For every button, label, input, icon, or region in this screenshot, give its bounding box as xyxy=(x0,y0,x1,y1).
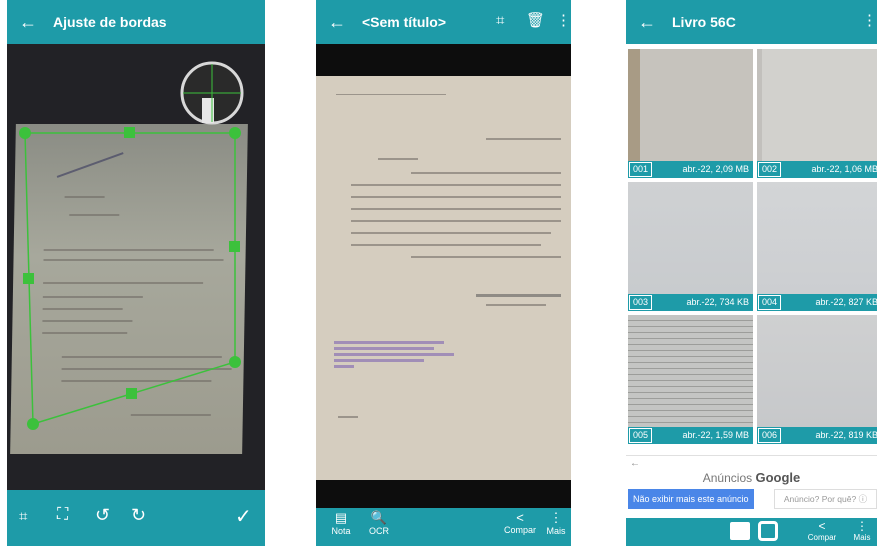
ocr-button[interactable]: 🔍 OCR xyxy=(364,510,394,536)
ad-banner: ← Anúncios Google Não exibir mais este a… xyxy=(626,455,877,518)
bottom-toolbar: ⌗ ⛶ ↺ ↻ ✓ xyxy=(7,490,265,546)
more-label: Mais xyxy=(853,533,871,542)
page-thumbnail[interactable]: 003 abr.-22, 734 KB xyxy=(628,182,753,311)
crop-edge-handle xyxy=(229,241,240,252)
trash-icon[interactable]: 🗑 xyxy=(526,11,545,29)
back-arrow-icon[interactable]: ← xyxy=(326,0,348,44)
crop-edge-handle xyxy=(124,127,135,138)
page-caption: 006 abr.-22, 819 KB xyxy=(757,427,877,444)
page-info: abr.-22, 734 KB xyxy=(686,297,749,307)
ad-label: Anúncios xyxy=(702,471,753,485)
page-info: abr.-22, 1,59 MB xyxy=(682,430,749,440)
more-vert-icon[interactable]: ⋮ xyxy=(862,11,877,29)
screen-edge-adjust: ← Ajuste de bordas ⌗ ⛶ ↺ ↻ ✓ xyxy=(7,0,265,546)
ocr-label: OCR xyxy=(369,526,389,536)
crop-corner-handle xyxy=(229,356,241,368)
page-number: 002 xyxy=(758,162,782,177)
page-thumbnail[interactable]: 002 abr.-22, 1,06 MB xyxy=(757,49,877,178)
ad-back-icon[interactable]: ← xyxy=(630,458,640,469)
app-bar: ← Ajuste de bordas xyxy=(7,0,265,44)
page-caption: 005 abr.-22, 1,59 MB xyxy=(628,427,753,444)
page-caption: 002 abr.-22, 1,06 MB xyxy=(757,161,877,178)
crop-corner-handle xyxy=(19,127,31,139)
page-info: abr.-22, 1,06 MB xyxy=(811,164,877,174)
share-label: Compar xyxy=(503,525,536,535)
page-thumbnail[interactable]: 005 abr.-22, 1,59 MB xyxy=(628,315,753,444)
screen-book-pages: ← Livro 56C ⋮ 001 abr.-22, 2,09 MB 002 a… xyxy=(626,0,877,546)
bottom-toolbar: ▤ Nota 🔍 OCR < Compar ⋮ Mais xyxy=(316,508,571,546)
google-logo: Google xyxy=(755,470,801,485)
crop-edge-handle xyxy=(126,388,137,399)
page-number: 004 xyxy=(758,295,782,310)
share-button[interactable]: < Compar xyxy=(500,510,540,535)
camera-icon[interactable] xyxy=(758,521,778,541)
more-label: Mais xyxy=(546,526,566,536)
page-number: 006 xyxy=(758,428,782,443)
why-ad-link[interactable]: Anúncio? Por quê? ⓘ xyxy=(774,489,877,509)
app-bar: ← Livro 56C ⋮ xyxy=(626,0,877,44)
page-number: 001 xyxy=(629,162,653,177)
back-arrow-icon[interactable]: ← xyxy=(17,0,39,44)
bottom-toolbar: < Compar ⋮ Mais xyxy=(626,518,877,546)
page-info: abr.-22, 819 KB xyxy=(815,430,877,440)
gallery-icon[interactable] xyxy=(730,522,750,540)
page-title: <Sem título> xyxy=(362,14,447,30)
page-number: 005 xyxy=(629,428,653,443)
share-icon: < xyxy=(516,510,524,525)
page-grid: 001 abr.-22, 2,09 MB 002 abr.-22, 1,06 M… xyxy=(626,49,877,449)
crop-corner-handle xyxy=(229,127,241,139)
page-caption: 001 abr.-22, 2,09 MB xyxy=(628,161,753,178)
info-icon: ⓘ xyxy=(858,494,868,504)
ad-title: Anúncios Google xyxy=(626,470,877,485)
share-label: Compar xyxy=(807,533,837,542)
page-number: 003 xyxy=(629,295,653,310)
more-button[interactable]: ⋮ Mais xyxy=(542,510,570,536)
addressee-stamp xyxy=(334,338,464,371)
crop-frame[interactable] xyxy=(7,44,265,490)
page-thumbnail[interactable]: 004 abr.-22, 827 KB xyxy=(757,182,877,311)
crop-icon[interactable]: ⌗ xyxy=(496,12,504,29)
page-info: abr.-22, 2,09 MB xyxy=(682,164,749,174)
more-vert-icon: ⋮ xyxy=(856,519,868,533)
check-icon[interactable]: ✓ xyxy=(235,504,252,529)
rotate-right-icon[interactable]: ↻ xyxy=(131,505,146,526)
back-arrow-icon[interactable]: ← xyxy=(636,0,658,44)
why-ad-label: Anúncio? Por quê? xyxy=(783,494,857,504)
more-button[interactable]: ⋮ Mais xyxy=(848,519,876,542)
note-label: Nota xyxy=(331,526,351,536)
rotate-left-icon[interactable]: ↺ xyxy=(95,505,110,526)
crop-auto-icon[interactable]: ⌗ xyxy=(19,508,27,525)
page-title: Livro 56C xyxy=(672,14,736,30)
share-button[interactable]: < Compar xyxy=(802,519,842,542)
page-info: abr.-22, 827 KB xyxy=(815,297,877,307)
share-icon: < xyxy=(818,519,826,533)
page-thumbnail[interactable]: 006 abr.-22, 819 KB xyxy=(757,315,877,444)
stop-ad-button[interactable]: Não exibir mais este anúncio xyxy=(628,489,754,509)
note-icon: ▤ xyxy=(334,510,348,525)
more-vert-icon: ⋮ xyxy=(549,510,563,525)
page-thumbnail[interactable]: 001 abr.-22, 2,09 MB xyxy=(628,49,753,178)
more-vert-icon[interactable]: ⋮ xyxy=(556,11,571,29)
document-page-image xyxy=(316,76,571,480)
page-caption: 003 abr.-22, 734 KB xyxy=(628,294,753,311)
fullscreen-icon[interactable]: ⛶ xyxy=(57,506,68,524)
camera-preview xyxy=(7,44,265,490)
crop-edge-handle xyxy=(23,273,34,284)
crop-corner-handle xyxy=(27,418,39,430)
page-title: Ajuste de bordas xyxy=(53,14,167,30)
ocr-icon: 🔍 xyxy=(370,510,388,525)
note-button[interactable]: ▤ Nota xyxy=(326,510,356,536)
page-caption: 004 abr.-22, 827 KB xyxy=(757,294,877,311)
app-bar: ← <Sem título> ⌗ 🗑 ⋮ xyxy=(316,0,571,44)
screen-document-view: ← <Sem título> ⌗ 🗑 ⋮ ▤ Nota 🔍 OCR < Comp… xyxy=(316,0,571,546)
